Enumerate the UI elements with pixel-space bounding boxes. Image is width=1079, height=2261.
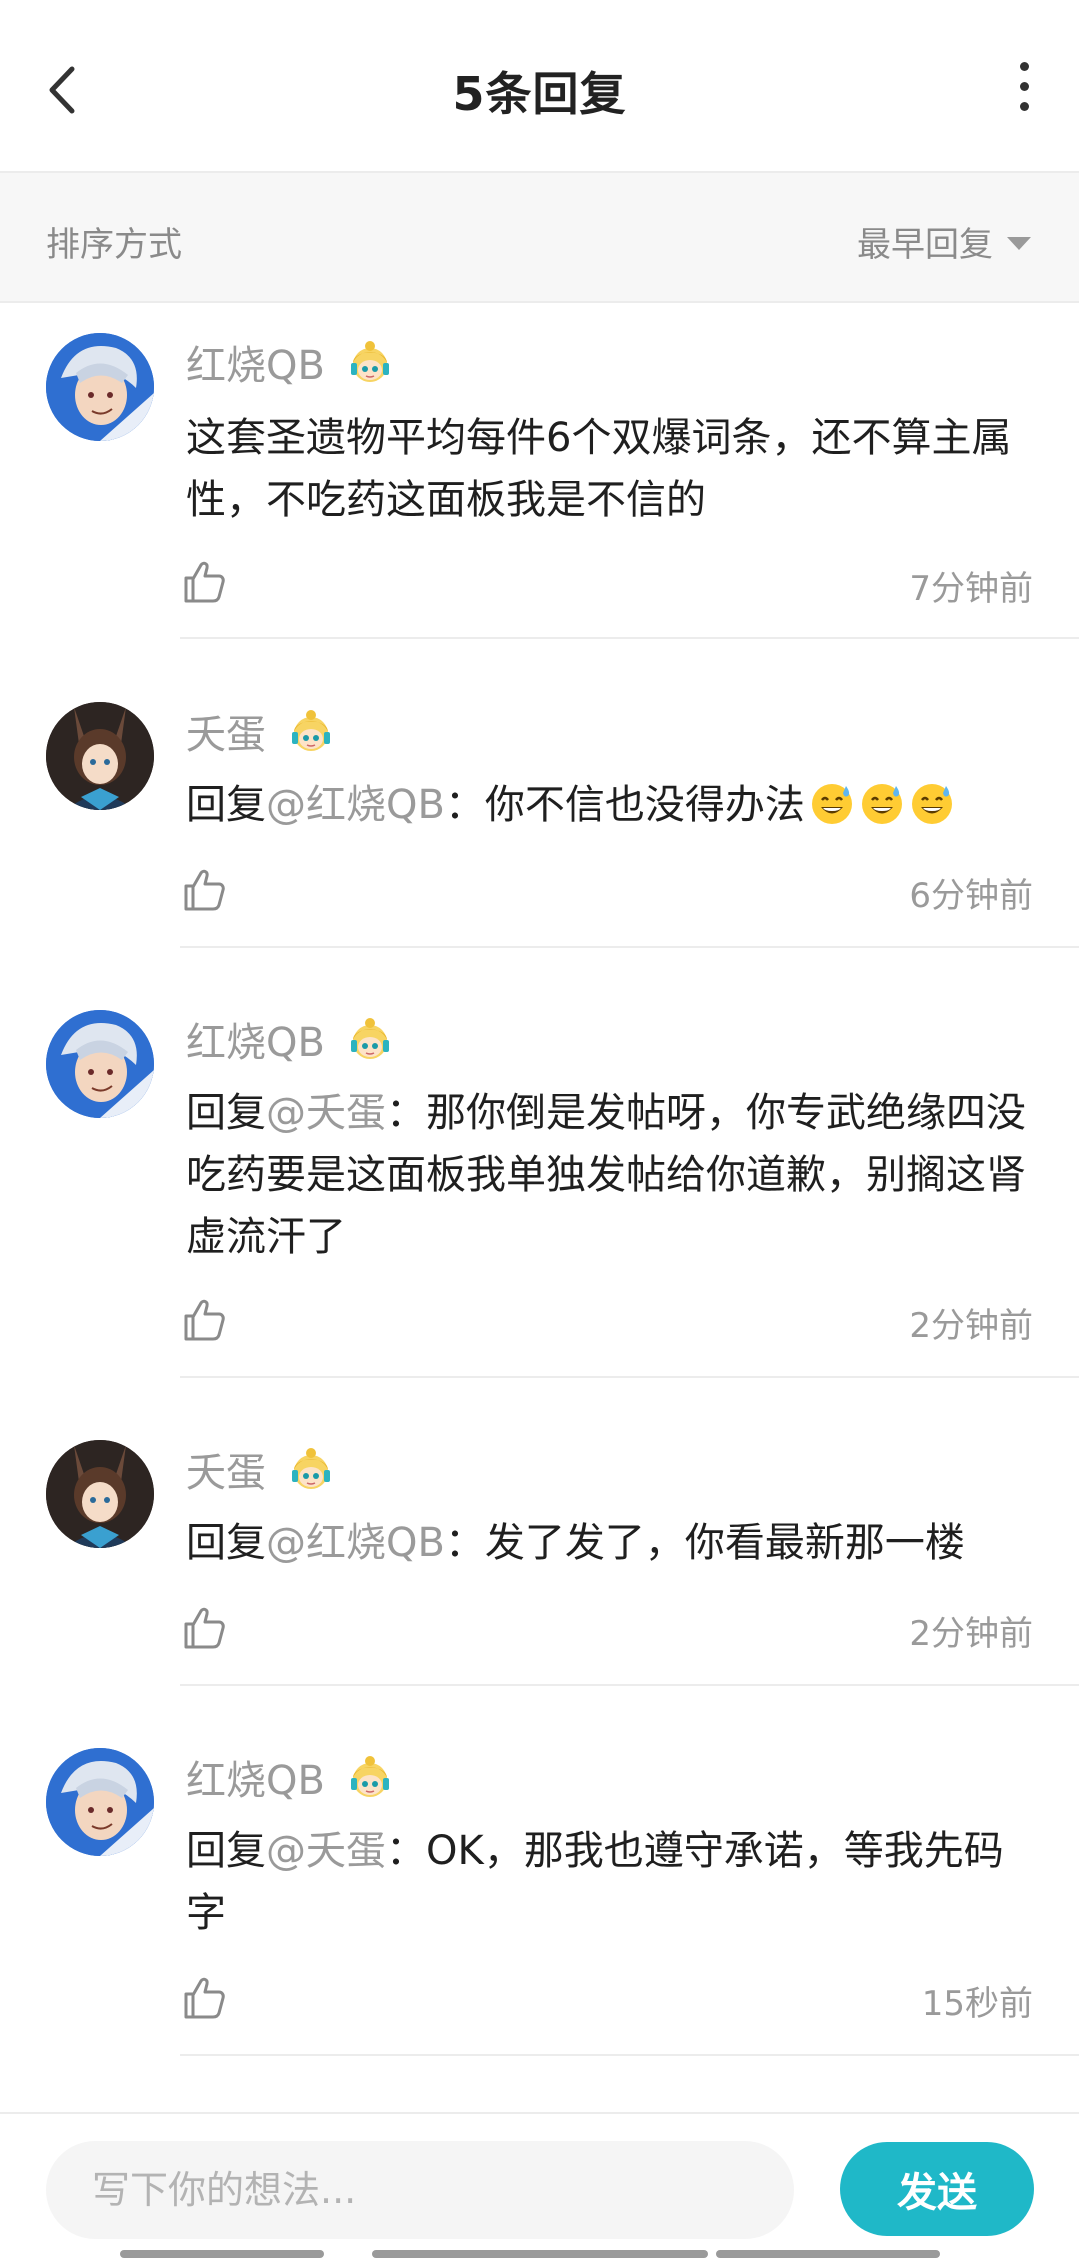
send-button[interactable]: 发送	[840, 2142, 1034, 2236]
more-options-button[interactable]	[1009, 62, 1039, 118]
reply-text: 这套圣遗物平均每件6个双爆词条，还不算主属性，不吃药这面板我是不信的	[186, 415, 1012, 523]
page-title: 5条回复	[452, 67, 627, 121]
caret-down-icon	[1007, 237, 1031, 250]
more-icon	[1019, 62, 1029, 71]
level-badge-icon	[346, 339, 394, 387]
timestamp: 6分钟前	[909, 876, 1033, 916]
sweat-smile-emoji-icon	[859, 780, 905, 826]
sort-label: 排序方式	[46, 225, 182, 265]
divider	[180, 2054, 1079, 2056]
level-badge-icon	[346, 1754, 394, 1802]
avatar[interactable]	[46, 333, 154, 441]
nav-indicator	[120, 2250, 324, 2258]
timestamp: 2分钟前	[909, 1614, 1033, 1654]
username[interactable]: 夭蛋	[186, 702, 335, 760]
avatar[interactable]	[46, 1010, 154, 1118]
avatar[interactable]	[46, 1440, 154, 1548]
username[interactable]: 红烧QB	[186, 1748, 394, 1806]
level-badge-icon	[287, 1446, 335, 1494]
username[interactable]: 红烧QB	[186, 1010, 394, 1068]
avatar[interactable]	[46, 1748, 154, 1856]
mention-link[interactable]: @红烧QB	[266, 782, 445, 828]
divider	[180, 1684, 1079, 1686]
like-icon[interactable]	[180, 1604, 228, 1652]
avatar[interactable]	[46, 702, 154, 810]
comment-input[interactable]	[46, 2141, 794, 2239]
sort-value: 最早回复	[857, 225, 993, 265]
mention-link[interactable]: @夭蛋	[266, 1090, 386, 1136]
sort-bar: 排序方式 最早回复	[0, 173, 1079, 303]
like-icon[interactable]	[180, 1296, 228, 1344]
like-icon[interactable]	[180, 558, 228, 606]
reply-text: 回复@夭蛋：那你倒是发帖呀，你专武绝缘四没吃药要是这面板我单独发帖给你道歉，别搁…	[186, 1090, 1026, 1260]
reply-input-bar: 发送	[0, 2112, 1079, 2261]
nav-indicator	[716, 2250, 940, 2258]
mention-link[interactable]: @夭蛋	[266, 1828, 386, 1874]
username[interactable]: 红烧QB	[186, 333, 394, 391]
reply-text: 回复@夭蛋：OK，那我也遵守承诺，等我先码字	[186, 1828, 1004, 1936]
top-bar: 5条回复	[0, 0, 1079, 173]
sort-dropdown[interactable]: 最早回复	[857, 217, 1031, 266]
sweat-smile-emoji-icon	[909, 780, 955, 826]
like-icon[interactable]	[180, 866, 228, 914]
reply-text: 回复@红烧QB：你不信也没得办法	[186, 774, 1036, 836]
mention-link[interactable]: @红烧QB	[266, 1520, 445, 1566]
level-badge-icon	[287, 708, 335, 756]
timestamp: 15秒前	[921, 1984, 1033, 2024]
timestamp: 7分钟前	[909, 569, 1033, 609]
divider	[180, 637, 1079, 639]
nav-indicator	[372, 2250, 708, 2258]
reply-text: 回复@红烧QB：发了发了，你看最新那一楼	[186, 1520, 965, 1566]
sweat-smile-emoji-icon	[809, 780, 855, 826]
divider	[180, 1376, 1079, 1378]
divider	[180, 946, 1079, 948]
level-badge-icon	[346, 1016, 394, 1064]
like-icon[interactable]	[180, 1974, 228, 2022]
username[interactable]: 夭蛋	[186, 1440, 335, 1498]
timestamp: 2分钟前	[909, 1306, 1033, 1346]
